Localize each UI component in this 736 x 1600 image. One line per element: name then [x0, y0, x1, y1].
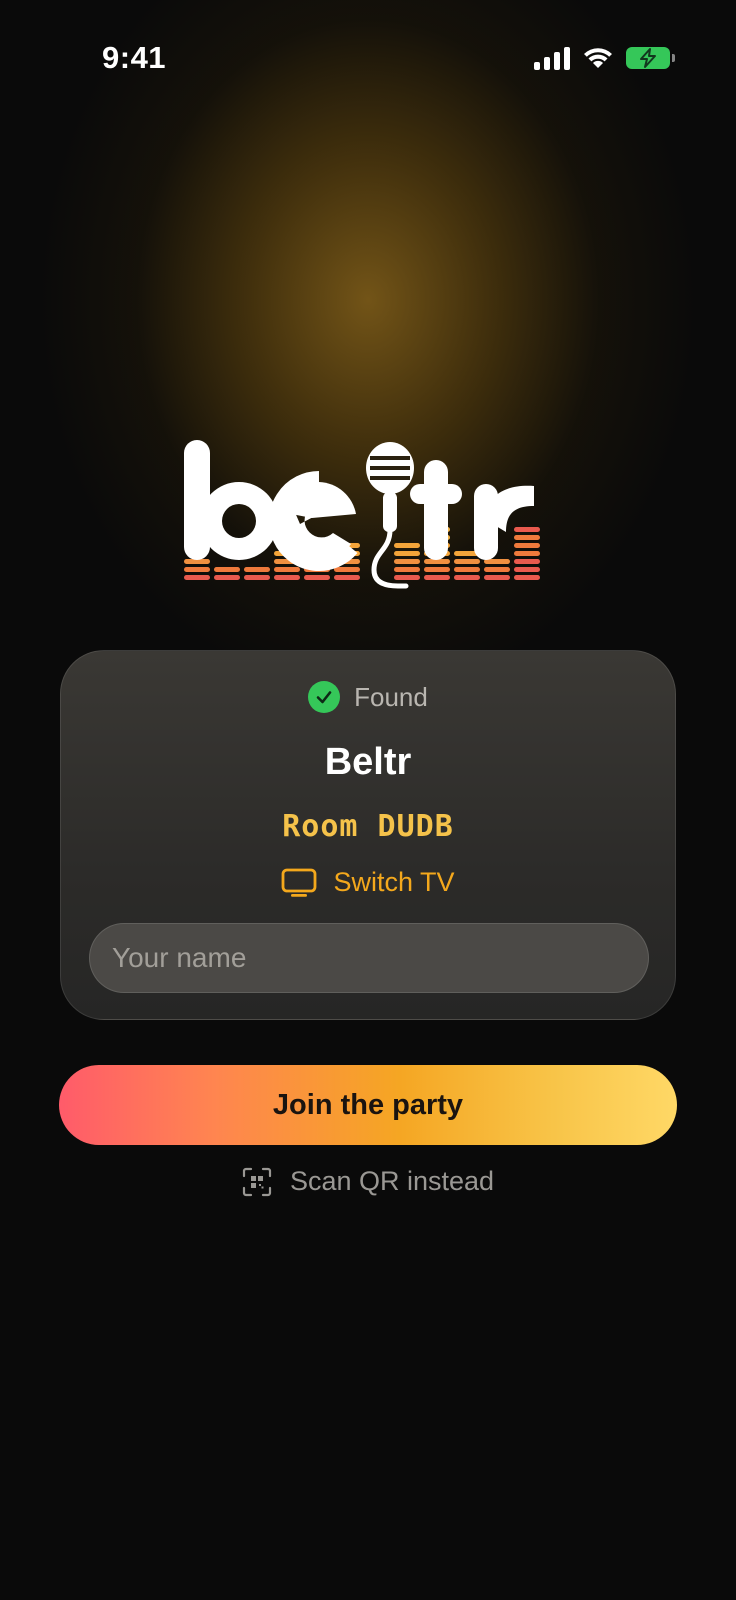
qr-scan-icon: [242, 1167, 272, 1196]
found-status: Found: [61, 681, 675, 713]
signal-icon: [534, 46, 570, 70]
room-found-card: Found Beltr Room DUDB Switch TV: [60, 650, 676, 1020]
wifi-icon: [584, 48, 612, 68]
beltr-logo: [184, 440, 540, 589]
tv-name: Beltr: [324, 741, 412, 783]
scan-qr-label: Scan QR instead: [289, 1166, 495, 1196]
found-label: Found: [354, 681, 428, 712]
battery-charging-icon: [626, 47, 675, 69]
beltr-wordmark: [184, 440, 534, 589]
status-bar: 9:41: [0, 0, 736, 120]
room-code: Room DUDB: [282, 809, 454, 844]
join-party-button[interactable]: Join the party: [59, 1065, 677, 1145]
status-time: 9:41: [102, 40, 167, 75]
microphone-icon: [366, 442, 414, 589]
tv-icon: [282, 868, 317, 897]
scan-qr-link[interactable]: Scan QR instead: [0, 1166, 736, 1197]
switch-tv-button[interactable]: Switch TV: [61, 867, 675, 898]
status-icons: [534, 46, 675, 70]
check-circle-icon: [308, 681, 341, 713]
switch-tv-label: Switch TV: [333, 867, 455, 897]
name-input[interactable]: [89, 923, 649, 993]
join-screen: 9:41 Found Beltr Room DUDB Switch TV You…: [0, 0, 736, 1600]
